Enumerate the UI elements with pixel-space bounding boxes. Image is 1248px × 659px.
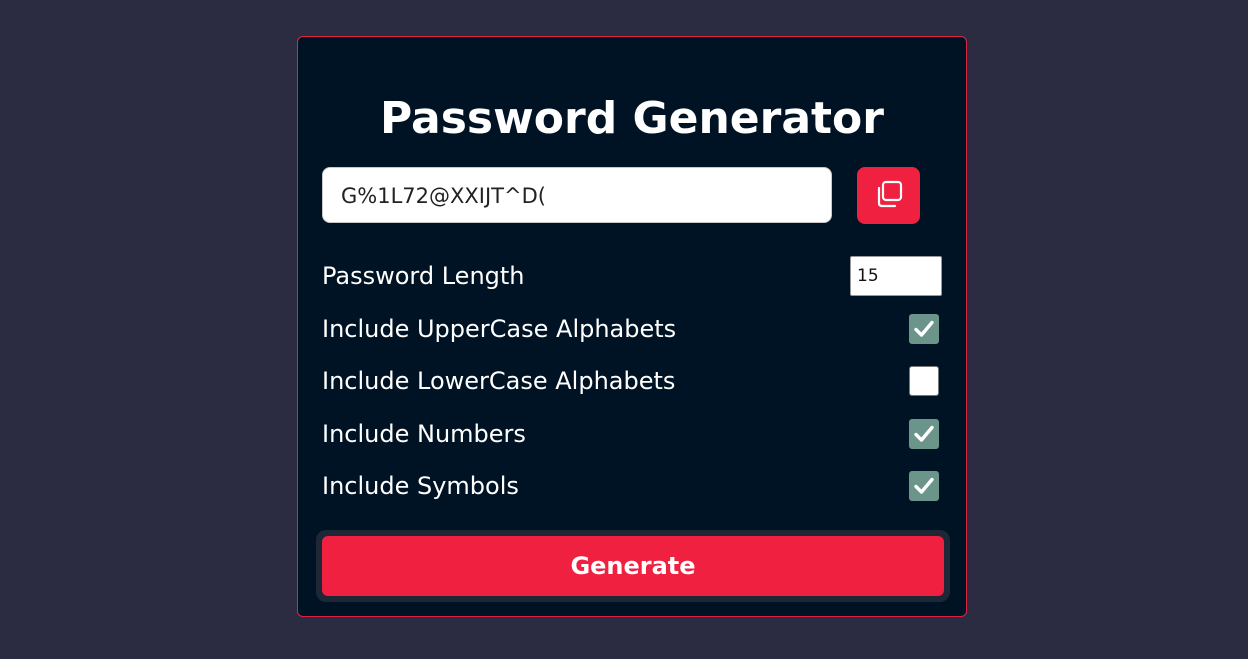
symbols-checkbox[interactable]: [909, 471, 939, 501]
numbers-option-row: Include Numbers: [322, 414, 942, 454]
password-length-row: Password Length 15: [322, 256, 942, 296]
password-length-input[interactable]: 15: [850, 256, 942, 296]
symbols-label: Include Symbols: [322, 472, 519, 500]
uppercase-option-row: Include UpperCase Alphabets: [322, 309, 942, 349]
uppercase-label: Include UpperCase Alphabets: [322, 315, 677, 343]
password-length-label: Password Length: [322, 262, 525, 290]
numbers-checkbox[interactable]: [909, 419, 939, 449]
generate-button-frame: Generate: [316, 530, 950, 602]
generate-button[interactable]: Generate: [322, 536, 944, 596]
copy-icon: [874, 179, 904, 213]
copy-button[interactable]: [857, 167, 920, 224]
symbols-option-row: Include Symbols: [322, 466, 942, 506]
lowercase-checkbox[interactable]: [909, 366, 939, 396]
checkmark-icon: [914, 477, 934, 494]
numbers-label: Include Numbers: [322, 420, 526, 448]
lowercase-label: Include LowerCase Alphabets: [322, 367, 676, 395]
uppercase-checkbox[interactable]: [909, 314, 939, 344]
checkmark-icon: [914, 425, 934, 442]
password-output-field[interactable]: G%1L72@XXIJT^D(: [322, 167, 832, 223]
lowercase-option-row: Include LowerCase Alphabets: [322, 361, 942, 401]
password-generator-card: Password Generator G%1L72@XXIJT^D( Passw…: [297, 36, 967, 617]
page-title: Password Generator: [379, 93, 884, 144]
checkmark-icon: [914, 320, 934, 337]
